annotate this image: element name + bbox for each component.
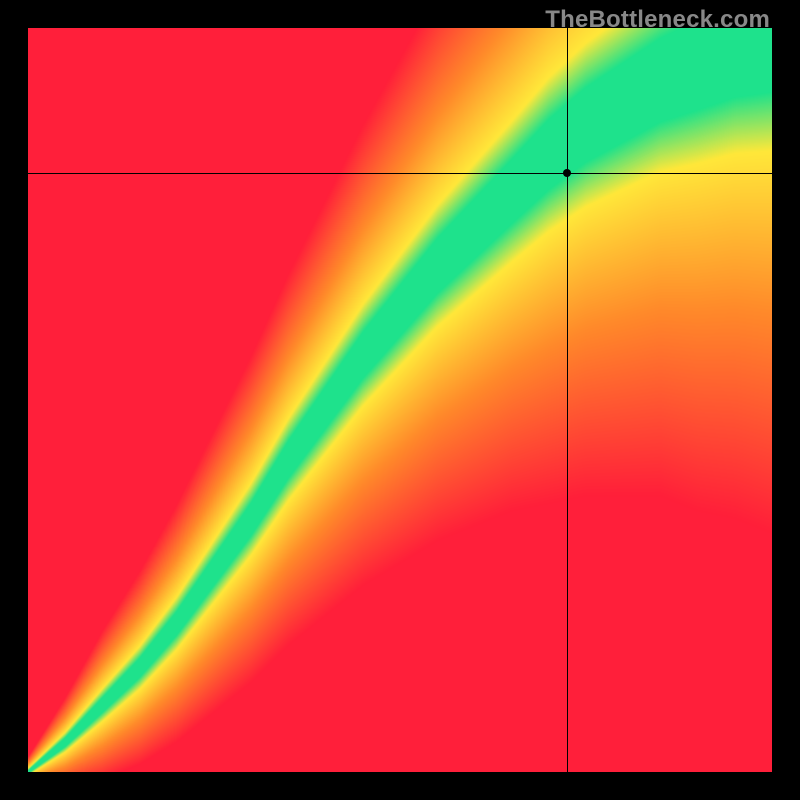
root: TheBottleneck.com bbox=[0, 0, 800, 800]
heatmap-canvas bbox=[28, 28, 772, 772]
crosshair-vertical bbox=[567, 28, 568, 772]
crosshair-horizontal bbox=[28, 173, 772, 174]
data-point-marker bbox=[563, 169, 571, 177]
heatmap-plot-area bbox=[28, 28, 772, 772]
watermark-text: TheBottleneck.com bbox=[545, 6, 770, 34]
